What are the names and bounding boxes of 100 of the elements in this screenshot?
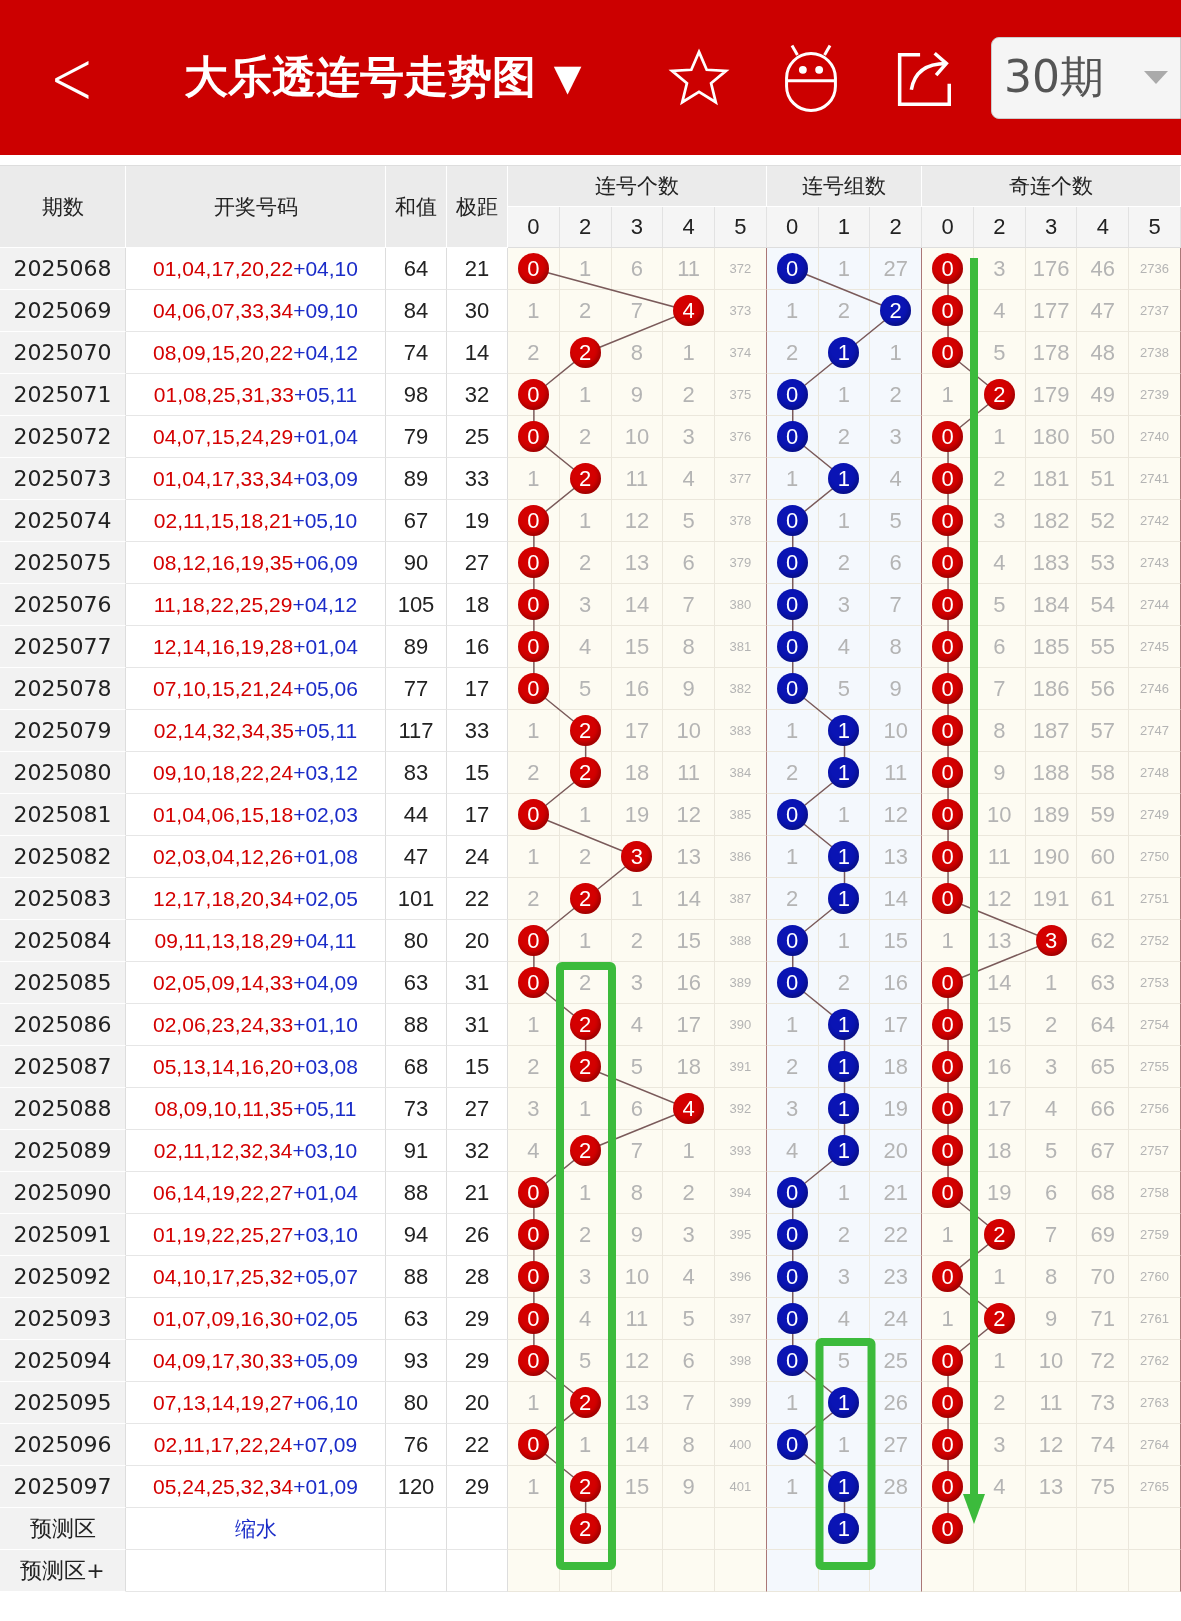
miss-count: 1 (837, 927, 851, 954)
draw-numbers: 01,04,06,15,18+02,03 (126, 794, 386, 836)
issue-cell: 2025095 (0, 1382, 126, 1424)
miss-count: 2757 (1140, 1143, 1170, 1158)
draw-numbers: 07,13,14,19,27+06,10 (126, 1382, 386, 1424)
miss-count: 7 (682, 1389, 695, 1416)
miss-count: 1 (786, 297, 799, 324)
miss-count: 68 (1090, 1179, 1116, 1206)
sum-cell: 117 (386, 710, 447, 752)
number-ball: 0 (932, 673, 963, 704)
issue-cell: 2025068 (0, 248, 126, 290)
miss-count: 61 (1090, 885, 1116, 912)
miss-count: 8 (682, 633, 695, 660)
number-ball: 0 (776, 379, 808, 410)
miss-count: 8 (993, 717, 1006, 744)
sum-cell: 105 (386, 584, 447, 626)
miss-count: 1 (837, 255, 851, 282)
period-select[interactable]: 30期 (991, 36, 1181, 119)
back-button[interactable]: < (42, 39, 102, 116)
number-ball: 0 (517, 799, 549, 830)
miss-count: 2 (786, 339, 799, 366)
miss-count: 187 (1032, 717, 1070, 744)
miss-count: 2752 (1140, 933, 1170, 948)
miss-count: 15 (987, 1011, 1012, 1038)
number-ball: 0 (517, 1261, 549, 1292)
miss-count: 372 (729, 261, 752, 276)
miss-count: 2738 (1140, 345, 1170, 360)
miss-count: 5 (579, 1347, 592, 1374)
miss-count: 2 (837, 1221, 851, 1248)
span-cell: 17 (447, 668, 508, 710)
miss-count: 189 (1032, 801, 1070, 828)
miss-count: 2 (527, 759, 540, 786)
sum-cell: 67 (386, 500, 447, 542)
miss-count: 1 (889, 339, 902, 366)
miss-count: 2 (993, 465, 1006, 492)
caret-icon (1144, 70, 1168, 85)
draw-numbers: 02,11,17,22,24+07,09 (126, 1424, 386, 1466)
shrink-link[interactable]: 缩水 (126, 1508, 386, 1550)
number-ball: 0 (932, 463, 963, 494)
miss-count: 4 (682, 1263, 695, 1290)
sum-cell: 89 (386, 626, 447, 668)
draw-numbers: 09,11,13,18,29+04,11 (126, 920, 386, 962)
miss-count: 2754 (1140, 1017, 1170, 1032)
draw-numbers: 04,09,17,30,33+05,09 (126, 1340, 386, 1382)
miss-count: 71 (1090, 1305, 1116, 1332)
sum-cell: 74 (386, 332, 447, 374)
span-cell: 20 (447, 920, 508, 962)
miss-count: 2 (579, 969, 592, 996)
miss-count: 6 (630, 1095, 644, 1122)
miss-count: 395 (729, 1227, 752, 1242)
number-ball: 0 (517, 379, 549, 410)
sum-cell: 83 (386, 752, 447, 794)
miss-count: 11 (625, 1305, 649, 1332)
column-header: 2 (870, 207, 923, 248)
miss-count: 6 (630, 255, 644, 282)
span-cell: 29 (447, 1298, 508, 1340)
miss-count: 10 (676, 717, 701, 744)
miss-count: 1 (579, 801, 592, 828)
span-cell: 25 (447, 416, 508, 458)
span-cell: 31 (447, 1004, 508, 1046)
draw-numbers: 01,04,17,20,22+04,10 (126, 248, 386, 290)
number-ball: 0 (517, 505, 549, 536)
miss-count: 5 (630, 1053, 644, 1080)
issue-cell: 2025086 (0, 1004, 126, 1046)
miss-count: 6 (1044, 1179, 1058, 1206)
miss-count: 1 (941, 927, 954, 954)
miss-count: 1 (941, 381, 954, 408)
miss-count: 3 (993, 507, 1006, 534)
miss-count: 16 (624, 675, 650, 702)
miss-count: 2751 (1140, 891, 1170, 906)
miss-count: 3 (682, 1221, 695, 1248)
miss-count: 67 (1090, 1137, 1116, 1164)
miss-count: 1 (837, 381, 851, 408)
miss-count: 3 (993, 255, 1006, 282)
draw-numbers: 11,18,22,25,29+04,12 (126, 584, 386, 626)
page-title[interactable]: 大乐透连号走势图 ▼ (183, 48, 582, 107)
miss-count: 56 (1090, 675, 1116, 702)
span-cell: 22 (447, 878, 508, 920)
miss-count: 381 (729, 639, 752, 654)
miss-count: 16 (676, 969, 701, 996)
miss-count: 378 (729, 513, 752, 528)
number-ball: 0 (932, 253, 963, 284)
miss-count: 1 (993, 1347, 1006, 1374)
number-ball: 0 (932, 295, 963, 326)
issue-cell: 2025094 (0, 1340, 126, 1382)
column-header: 0 (766, 207, 819, 248)
span-cell: 17 (447, 794, 508, 836)
issue-cell: 2025075 (0, 542, 126, 584)
number-ball: 2 (880, 295, 912, 326)
miss-count: 18 (987, 1137, 1012, 1164)
miss-count: 2763 (1140, 1395, 1170, 1410)
miss-count: 3 (786, 1095, 799, 1122)
miss-count: 394 (729, 1185, 752, 1200)
sum-cell: 68 (386, 1046, 447, 1088)
span-cell: 30 (447, 290, 508, 332)
miss-count: 57 (1090, 717, 1116, 744)
miss-count: 14 (624, 1431, 650, 1458)
miss-count: 2748 (1140, 765, 1170, 780)
miss-count: 390 (729, 1017, 752, 1032)
miss-count: 5 (837, 1347, 851, 1374)
